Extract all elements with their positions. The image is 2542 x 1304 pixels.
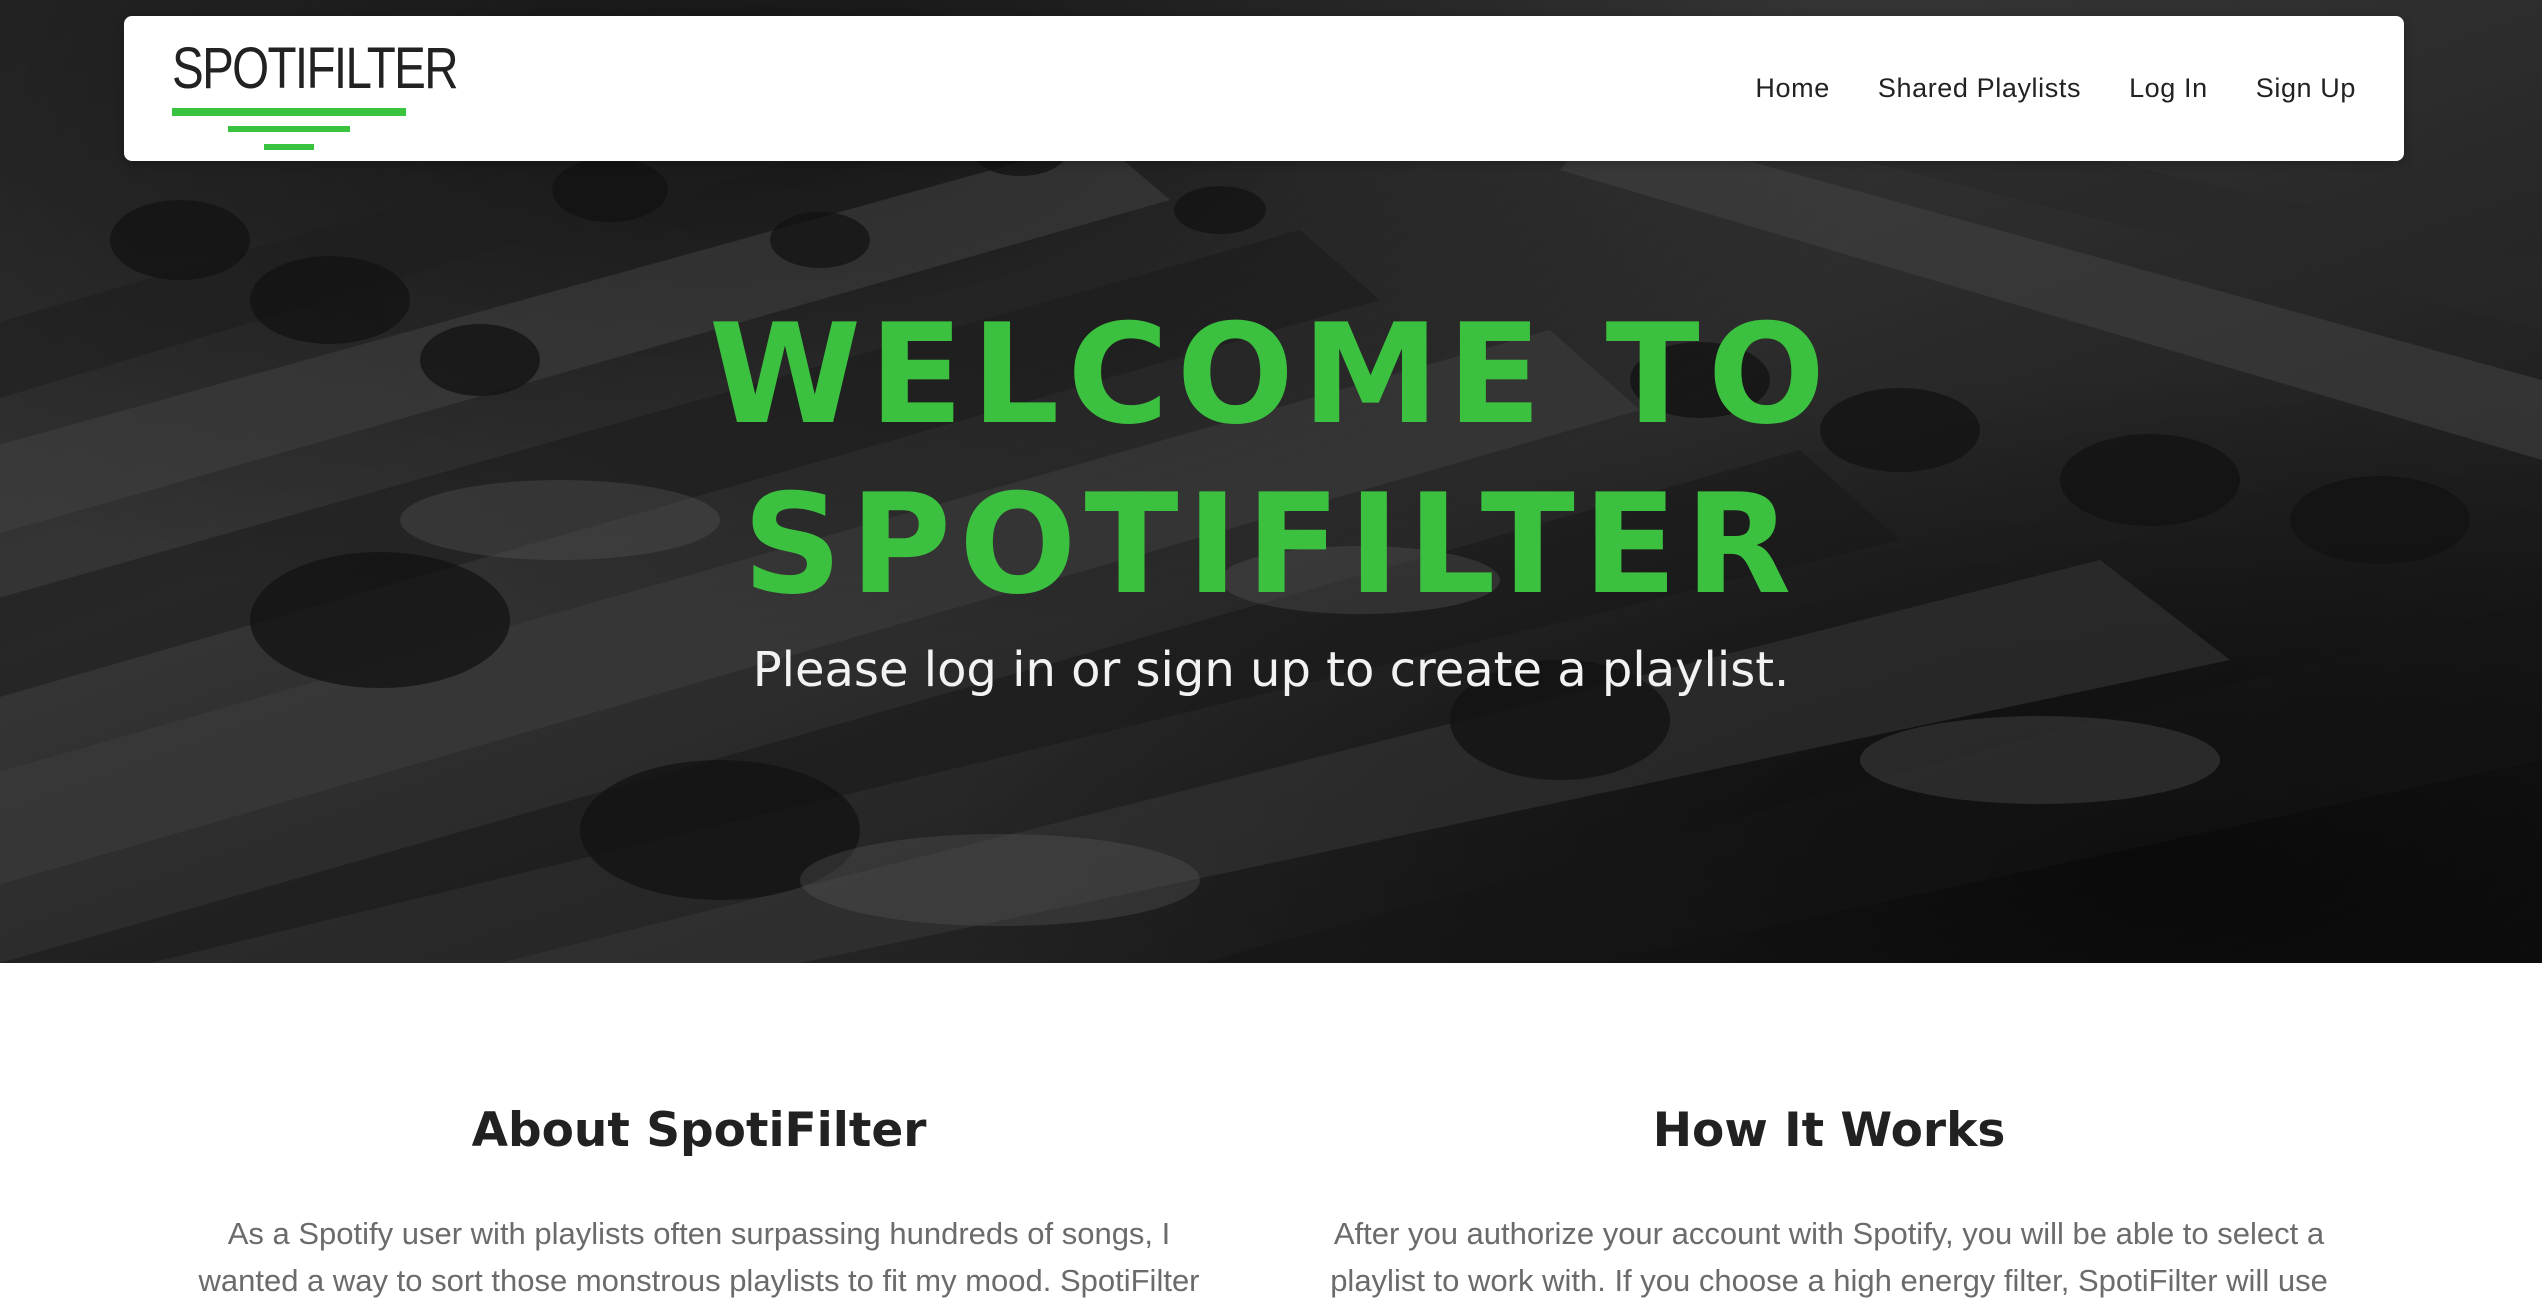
info-section: About SpotiFilter As a Spotify user with… xyxy=(0,963,2542,1298)
how-it-works-heading: How It Works xyxy=(1652,1103,2006,1158)
hero-subtitle: Please log in or sign up to create a pla… xyxy=(752,642,1790,698)
nav-link-log-in[interactable]: Log In xyxy=(2129,73,2208,104)
logo-text: SPOTIFILTER xyxy=(172,36,459,101)
site-logo[interactable]: SPOTIFILTER xyxy=(172,34,459,156)
nav-link-sign-up[interactable]: Sign Up xyxy=(2256,73,2356,104)
hero-title: WELCOME TO SPOTIFILTER xyxy=(0,290,2542,630)
logo-underline-bar xyxy=(228,126,350,132)
logo-underline-bar xyxy=(264,144,314,150)
how-it-works-text: After you authorize your account with Sp… xyxy=(1330,1216,2328,1298)
nav-link-home[interactable]: Home xyxy=(1755,73,1829,104)
logo-underline-bar xyxy=(172,108,406,116)
navbar: SPOTIFILTER Home Shared Playlists Log In… xyxy=(124,16,2404,161)
about-heading: About SpotiFilter xyxy=(471,1103,927,1158)
hero-title-line2: SPOTIFILTER xyxy=(742,464,1800,625)
nav-menu: Home Shared Playlists Log In Sign Up xyxy=(1755,16,2356,161)
nav-link-shared-playlists[interactable]: Shared Playlists xyxy=(1878,73,2081,104)
about-text: As a Spotify user with playlists often s… xyxy=(198,1216,1200,1298)
hero-title-line1: WELCOME TO xyxy=(708,294,1834,455)
